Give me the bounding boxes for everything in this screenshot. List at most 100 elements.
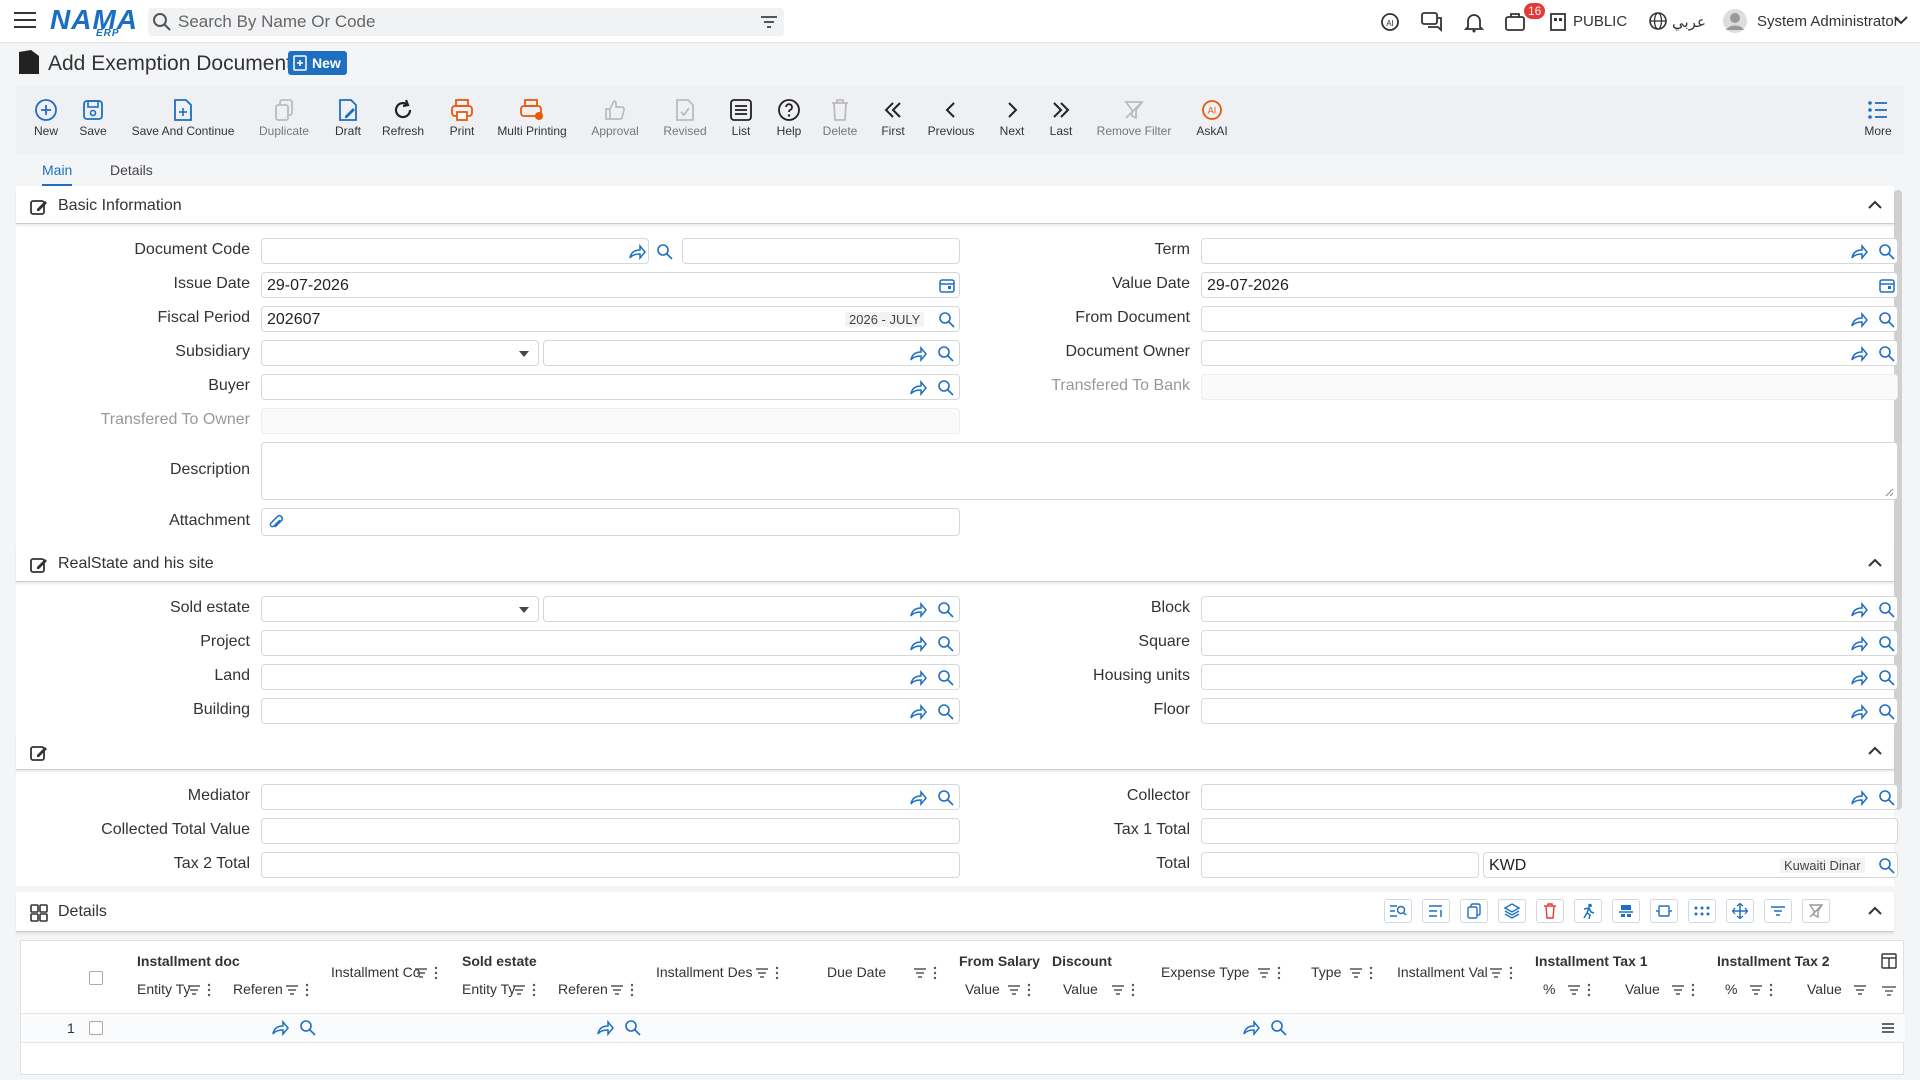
document-code-field[interactable] bbox=[261, 238, 673, 264]
column-filter-icon[interactable] bbox=[187, 983, 213, 997]
previous-button[interactable]: Previous bbox=[926, 96, 976, 138]
column-filter-icon[interactable] bbox=[1853, 983, 1867, 997]
lookup-icon[interactable] bbox=[1878, 857, 1896, 875]
mediator-field[interactable] bbox=[261, 784, 960, 810]
go-to-icon[interactable] bbox=[596, 1019, 614, 1037]
go-to-icon[interactable] bbox=[909, 601, 927, 619]
subsidiary-name-field[interactable] bbox=[543, 340, 960, 366]
column-filter-icon[interactable] bbox=[913, 966, 939, 980]
col-tax2-value[interactable]: Value bbox=[1807, 981, 1842, 997]
total-field[interactable] bbox=[1201, 852, 1479, 878]
section-realstate[interactable]: RealState and his site bbox=[16, 546, 1894, 582]
col-tax1-value[interactable]: Value bbox=[1625, 981, 1660, 997]
paperclip-icon[interactable] bbox=[268, 514, 284, 532]
avatar[interactable] bbox=[1722, 8, 1748, 34]
save-button[interactable]: Save bbox=[76, 96, 110, 138]
row-menu-icon[interactable] bbox=[1881, 1022, 1895, 1034]
col-sold-entity-type[interactable]: Entity Ty bbox=[462, 981, 515, 997]
lookup-icon[interactable] bbox=[1878, 243, 1896, 261]
row-checkbox[interactable] bbox=[89, 1021, 103, 1035]
go-to-icon[interactable] bbox=[909, 345, 927, 363]
section-collection[interactable] bbox=[16, 734, 1894, 770]
col-tax2-percent[interactable]: % bbox=[1725, 981, 1737, 997]
grid-search-button[interactable] bbox=[1384, 899, 1412, 923]
collected-total-value-field[interactable] bbox=[261, 818, 960, 844]
go-to-icon[interactable] bbox=[1850, 635, 1868, 653]
col-discount-value[interactable]: Value bbox=[1063, 981, 1098, 997]
go-to-icon[interactable] bbox=[1850, 789, 1868, 807]
land-field[interactable] bbox=[261, 664, 960, 690]
lookup-icon[interactable] bbox=[624, 1019, 642, 1037]
grid-dots-button[interactable] bbox=[1688, 899, 1716, 923]
currency-field[interactable]: KWD Kuwaiti Dinar bbox=[1483, 852, 1898, 878]
askai-button[interactable]: AI AskAI bbox=[1192, 96, 1232, 138]
go-to-icon[interactable] bbox=[909, 789, 927, 807]
draft-button[interactable]: Draft bbox=[330, 96, 366, 138]
chevron-up-icon[interactable] bbox=[1868, 746, 1882, 756]
section-details[interactable]: Details bbox=[16, 892, 1894, 932]
project-field[interactable] bbox=[261, 630, 960, 656]
subsidiary-select[interactable] bbox=[261, 340, 539, 366]
approval-button[interactable]: Approval bbox=[588, 96, 642, 138]
filter-icon[interactable] bbox=[760, 13, 778, 31]
go-to-icon[interactable] bbox=[909, 635, 927, 653]
go-to-icon[interactable] bbox=[1850, 311, 1868, 329]
save-continue-button[interactable]: Save And Continue bbox=[128, 96, 238, 138]
column-filter-icon[interactable] bbox=[755, 966, 781, 980]
column-filter-icon[interactable] bbox=[1007, 983, 1033, 997]
column-filter-icon[interactable] bbox=[1749, 983, 1775, 997]
duplicate-button[interactable]: Duplicate bbox=[256, 96, 312, 138]
column-filter-icon[interactable] bbox=[1349, 966, 1375, 980]
table-row[interactable]: 1 bbox=[21, 1013, 1905, 1043]
building-field[interactable] bbox=[261, 698, 960, 724]
lookup-icon[interactable] bbox=[1878, 703, 1896, 721]
grid-filter-button[interactable] bbox=[1764, 899, 1792, 923]
multi-printing-button[interactable]: Multi Printing bbox=[494, 96, 570, 138]
column-filter-icon[interactable] bbox=[610, 983, 636, 997]
issue-date-field[interactable]: 29-07-2026 bbox=[261, 272, 960, 298]
print-button[interactable]: Print bbox=[444, 96, 480, 138]
lookup-icon[interactable] bbox=[1878, 789, 1896, 807]
attachment-field[interactable] bbox=[261, 508, 960, 536]
last-button[interactable]: Last bbox=[1046, 96, 1076, 138]
chevron-down-icon[interactable] bbox=[1894, 15, 1908, 25]
chat-icon[interactable] bbox=[1420, 10, 1444, 34]
chevron-up-icon[interactable] bbox=[1868, 906, 1882, 916]
go-to-icon[interactable] bbox=[628, 243, 646, 261]
grid-fit-button[interactable] bbox=[1650, 899, 1678, 923]
go-to-icon[interactable] bbox=[1850, 243, 1868, 261]
menu-icon[interactable] bbox=[14, 12, 36, 30]
fiscal-period-field[interactable]: 202607 2026 - JULY bbox=[261, 306, 960, 332]
housing-units-field[interactable] bbox=[1201, 664, 1898, 690]
col-expense-type[interactable]: Expense Type bbox=[1161, 964, 1249, 980]
floor-field[interactable] bbox=[1201, 698, 1898, 724]
logo[interactable]: NAMA ERP bbox=[50, 4, 138, 39]
grid-delete-button[interactable] bbox=[1536, 899, 1564, 923]
remove-filter-button[interactable]: Remove Filter bbox=[1094, 96, 1174, 138]
buyer-field[interactable] bbox=[261, 374, 960, 400]
go-to-icon[interactable] bbox=[1242, 1019, 1260, 1037]
column-chooser-icon[interactable] bbox=[1881, 953, 1897, 969]
lookup-icon[interactable] bbox=[299, 1019, 317, 1037]
list-button[interactable]: List bbox=[726, 96, 756, 138]
chevron-up-icon[interactable] bbox=[1868, 558, 1882, 568]
company-name[interactable]: PUBLIC bbox=[1573, 13, 1627, 30]
value-date-field[interactable]: 29-07-2026 bbox=[1201, 272, 1898, 298]
sold-estate-select[interactable] bbox=[261, 596, 539, 622]
grid-move-button[interactable] bbox=[1726, 899, 1754, 923]
lookup-icon[interactable] bbox=[1878, 345, 1896, 363]
resize-handle-icon[interactable] bbox=[1884, 487, 1894, 497]
col-from-salary-value[interactable]: Value bbox=[965, 981, 1000, 997]
square-field[interactable] bbox=[1201, 630, 1898, 656]
lookup-icon[interactable] bbox=[1878, 601, 1896, 619]
from-document-field[interactable] bbox=[1201, 306, 1898, 332]
term-field[interactable] bbox=[1201, 238, 1898, 264]
tab-details[interactable]: Details bbox=[110, 162, 153, 178]
tax1-total-field[interactable] bbox=[1201, 818, 1898, 844]
go-to-icon[interactable] bbox=[909, 379, 927, 397]
column-filter-icon[interactable] bbox=[1567, 983, 1593, 997]
grid-run-button[interactable] bbox=[1574, 899, 1602, 923]
search-input[interactable] bbox=[178, 12, 738, 32]
grid-copy-button[interactable] bbox=[1460, 899, 1488, 923]
column-filter-icon[interactable] bbox=[414, 966, 440, 980]
